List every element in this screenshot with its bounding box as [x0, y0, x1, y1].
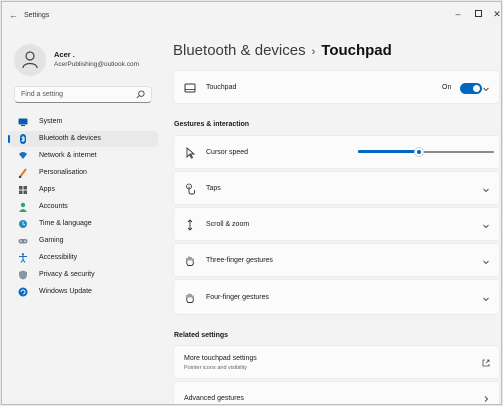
external-link-icon	[482, 359, 490, 367]
cursor-speed-label: Cursor speed	[206, 149, 249, 156]
sidebar-item-privacy[interactable]: Privacy & security	[8, 267, 158, 283]
controller-icon	[18, 239, 28, 244]
person-icon	[19, 202, 27, 212]
chevron-down-icon	[483, 224, 489, 229]
shield-icon	[19, 270, 27, 280]
sidebar-item-bluetooth[interactable]: Bluetooth & devices	[8, 131, 158, 147]
cursor-speed-slider[interactable]	[358, 147, 494, 157]
touchpad-icon	[184, 83, 196, 93]
four-finger-row[interactable]: Four-finger gestures	[173, 279, 500, 315]
minimize-button[interactable]: –	[447, 7, 469, 21]
sidebar-item-personalisation[interactable]: Personalisation	[8, 165, 158, 181]
person-icon	[22, 51, 38, 69]
search-icon	[136, 90, 145, 99]
sidebar-item-accessibility[interactable]: Accessibility	[8, 250, 158, 266]
touchpad-toggle[interactable]	[460, 83, 482, 94]
more-settings-subtitle: Pointer icons and visibility	[184, 365, 247, 371]
sidebar-item-apps[interactable]: Apps	[8, 182, 158, 198]
sidebar-item-label: Gaming	[39, 237, 64, 244]
chevron-down-icon	[483, 260, 489, 265]
breadcrumb-parent[interactable]: Bluetooth & devices	[173, 42, 306, 59]
apps-icon	[19, 186, 27, 194]
page-title: Touchpad	[321, 42, 392, 59]
more-settings-title: More touchpad settings	[184, 355, 257, 362]
chevron-down-icon	[483, 297, 489, 302]
toggle-knob	[473, 85, 480, 92]
monitor-icon	[18, 118, 28, 126]
maximize-icon	[474, 10, 482, 17]
scroll-zoom-row[interactable]: Scroll & zoom	[173, 207, 500, 241]
advanced-gestures-link[interactable]: Advanced gestures	[173, 381, 500, 404]
tap-icon	[186, 183, 195, 195]
taps-label: Taps	[206, 185, 221, 192]
settings-window: ← Settings – ✕ Acer . AcerPublishing@out…	[1, 1, 502, 405]
sidebar-item-time-language[interactable]: Time & language	[8, 216, 158, 232]
sidebar-item-label: Windows Update	[39, 288, 92, 295]
search-input[interactable]: Find a setting	[14, 86, 152, 103]
sidebar-item-label: System	[39, 118, 63, 125]
hand-icon	[186, 293, 194, 303]
chevron-down-icon	[483, 188, 489, 193]
more-touchpad-settings-link[interactable]: More touchpad settings Pointer icons and…	[173, 345, 500, 379]
chevron-down-icon[interactable]	[482, 85, 490, 93]
app-title: Settings	[24, 12, 50, 19]
search-placeholder: Find a setting	[21, 91, 64, 98]
user-profile[interactable]: Acer . AcerPublishing@outlook.com	[14, 44, 164, 78]
sidebar-item-windows-update[interactable]: Windows Update	[8, 284, 158, 300]
slider-thumb[interactable]	[414, 147, 425, 157]
toggle-state-label: On	[442, 84, 452, 91]
sidebar-item-label: Privacy & security	[39, 271, 95, 278]
sidebar-item-network[interactable]: Network & internet	[8, 148, 158, 164]
sidebar-item-accounts[interactable]: Accounts	[8, 199, 158, 215]
breadcrumb: Bluetooth & devices › Touchpad	[173, 42, 392, 59]
breadcrumb-separator: ›	[311, 46, 316, 58]
profile-name: Acer .	[54, 50, 75, 59]
sidebar-item-label: Apps	[39, 186, 55, 193]
accessibility-icon	[19, 253, 27, 263]
four-finger-label: Four-finger gestures	[206, 294, 270, 301]
advanced-gestures-label: Advanced gestures	[184, 395, 244, 402]
paintbrush-icon	[18, 168, 27, 178]
gestures-heading: Gestures & interaction	[174, 121, 250, 128]
cursor-speed-card: Cursor speed	[173, 135, 500, 169]
avatar	[14, 44, 46, 76]
back-button[interactable]: ←	[9, 10, 18, 20]
sidebar-nav: System Bluetooth & devices Network & int…	[8, 114, 158, 301]
touchpad-label: Touchpad	[206, 84, 237, 91]
three-finger-row[interactable]: Three-finger gestures	[173, 243, 500, 277]
sidebar-item-system[interactable]: System	[8, 114, 158, 130]
three-finger-label: Three-finger gestures	[206, 257, 273, 264]
taps-row[interactable]: Taps	[173, 171, 500, 205]
cursor-icon	[186, 147, 196, 159]
sidebar-item-label: Accessibility	[39, 254, 78, 261]
chevron-right-icon	[484, 396, 489, 402]
scroll-icon	[187, 219, 193, 231]
bluetooth-icon	[20, 134, 26, 144]
hand-icon	[186, 256, 194, 266]
touchpad-card[interactable]: Touchpad On	[173, 70, 500, 104]
update-icon	[18, 287, 28, 297]
sidebar-item-label: Network & internet	[39, 152, 97, 159]
sidebar-item-gaming[interactable]: Gaming	[8, 233, 158, 249]
slider-fill	[358, 150, 420, 153]
title-bar: ← Settings – ✕	[2, 2, 501, 30]
sidebar-item-label: Personalisation	[39, 169, 87, 176]
sidebar-item-label: Time & language	[39, 220, 92, 227]
wifi-icon	[19, 152, 27, 159]
related-heading: Related settings	[174, 332, 229, 339]
close-button[interactable]: ✕	[486, 7, 501, 21]
globe-clock-icon	[19, 220, 27, 228]
sidebar-item-label: Accounts	[39, 203, 68, 210]
scroll-zoom-label: Scroll & zoom	[206, 221, 250, 228]
profile-email: AcerPublishing@outlook.com	[54, 61, 140, 68]
sidebar-item-label: Bluetooth & devices	[39, 135, 101, 142]
